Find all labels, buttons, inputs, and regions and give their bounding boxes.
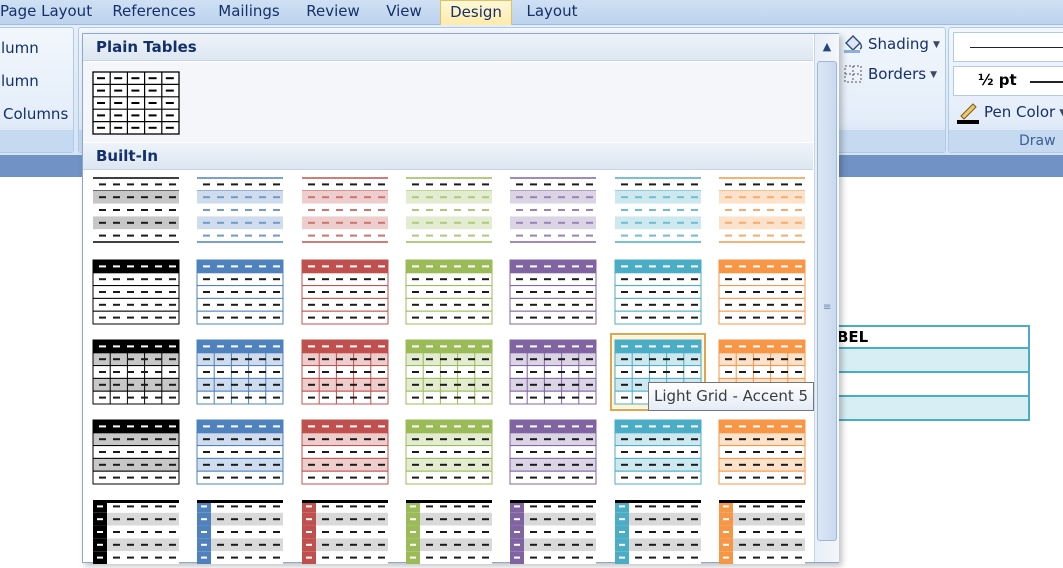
table-style-thumbnail[interactable]	[508, 496, 598, 568]
draw-group-label: Draw	[949, 130, 1063, 152]
group-label	[0, 130, 73, 152]
table-style-thumbnail[interactable]	[195, 336, 285, 408]
pen-color-label: Pen Color ▼	[984, 103, 1063, 121]
document-table-row[interactable]	[835, 397, 1030, 421]
tab-page-layout[interactable]: Page Layout	[0, 0, 92, 25]
table-style-thumbnail[interactable]	[404, 256, 494, 328]
table-style-thumbnail[interactable]	[195, 174, 285, 246]
table-style-thumbnail[interactable]	[300, 336, 390, 408]
table-style-thumbnail[interactable]	[717, 256, 807, 328]
built-in-header: Built-In	[83, 143, 813, 170]
table-style-thumbnail[interactable]	[300, 496, 390, 568]
gallery-scrollbar[interactable]: ▲ ≡	[814, 34, 839, 562]
table-style-thumbnail[interactable]	[508, 336, 598, 408]
pen-icon	[955, 100, 981, 128]
table-style-thumbnail[interactable]	[613, 496, 703, 568]
shading-label: Shading ▼	[868, 35, 940, 53]
borders-icon	[844, 65, 862, 87]
table-style-thumbnail[interactable]	[91, 174, 181, 246]
table-style-thumbnail[interactable]	[613, 174, 703, 246]
table-style-thumbnail[interactable]	[195, 496, 285, 568]
document-table-row[interactable]	[835, 349, 1030, 373]
draw-borders-group: ½ pt Pen Color ▼ Draw	[948, 27, 1063, 153]
table-style-thumbnail[interactable]	[508, 416, 598, 488]
tab-review[interactable]: Review	[298, 0, 368, 25]
last-column-option[interactable]: lumn	[1, 72, 39, 90]
table-style-thumbnail[interactable]	[404, 336, 494, 408]
table-style-thumbnail[interactable]	[717, 416, 807, 488]
line-weight-preview	[1030, 81, 1063, 83]
tab-layout[interactable]: Layout	[518, 0, 586, 25]
table-style-thumbnail[interactable]	[91, 336, 181, 408]
table-style-thumbnail[interactable]	[91, 416, 181, 488]
table-style-thumbnail[interactable]	[91, 496, 181, 568]
scroll-grip-icon: ≡	[823, 302, 832, 313]
document-table-row[interactable]	[835, 373, 1030, 397]
pen-style-select[interactable]	[953, 32, 1063, 62]
banded-columns-option[interactable]: Columns	[3, 105, 68, 123]
scrollbar-thumb[interactable]: ≡	[817, 61, 837, 541]
table-style-thumbnail[interactable]	[508, 174, 598, 246]
first-column-option[interactable]: lumn	[1, 39, 39, 57]
plain-tables-area	[83, 62, 813, 142]
table-style-thumbnail[interactable]	[300, 256, 390, 328]
table-styles-gallery: Plain Tables Built-In ▲ ≡	[82, 33, 839, 564]
table-style-thumbnail[interactable]	[613, 416, 703, 488]
table-style-options-group: lumn lumn Columns	[0, 27, 74, 153]
table-style-thumbnail[interactable]	[404, 496, 494, 568]
pen-weight-select[interactable]: ½ pt	[953, 66, 1063, 96]
tab-references[interactable]: References	[105, 0, 203, 25]
document-table[interactable]: BEL	[835, 325, 1030, 421]
table-style-grid-thumbnail[interactable]	[91, 68, 181, 140]
table-style-thumbnail[interactable]	[717, 496, 807, 568]
tab-view[interactable]: View	[376, 0, 432, 25]
table-style-thumbnail[interactable]	[404, 416, 494, 488]
plain-tables-header: Plain Tables	[83, 34, 813, 61]
line-style-preview	[970, 47, 1063, 48]
table-style-thumbnail[interactable]	[195, 416, 285, 488]
style-tooltip: Light Grid - Accent 5	[648, 382, 815, 411]
tab-mailings[interactable]: Mailings	[209, 0, 289, 25]
table-style-thumbnail[interactable]	[195, 256, 285, 328]
table-style-thumbnail[interactable]	[91, 256, 181, 328]
table-style-thumbnail[interactable]	[613, 256, 703, 328]
table-style-thumbnail[interactable]	[300, 416, 390, 488]
borders-label: Borders ▼	[868, 65, 938, 83]
scroll-up-icon[interactable]: ▲	[815, 34, 839, 60]
paint-bucket-icon	[842, 33, 864, 57]
tab-design[interactable]: Design	[440, 0, 512, 26]
table-style-thumbnail[interactable]	[508, 256, 598, 328]
pen-weight-value: ½ pt	[978, 71, 1017, 89]
table-style-thumbnail[interactable]	[404, 174, 494, 246]
table-style-thumbnail[interactable]	[300, 174, 390, 246]
ribbon-tab-bar: Page Layout References Mailings Review V…	[0, 0, 1063, 26]
document-table-header-cell[interactable]: BEL	[835, 325, 1030, 349]
table-style-thumbnail[interactable]	[717, 174, 807, 246]
